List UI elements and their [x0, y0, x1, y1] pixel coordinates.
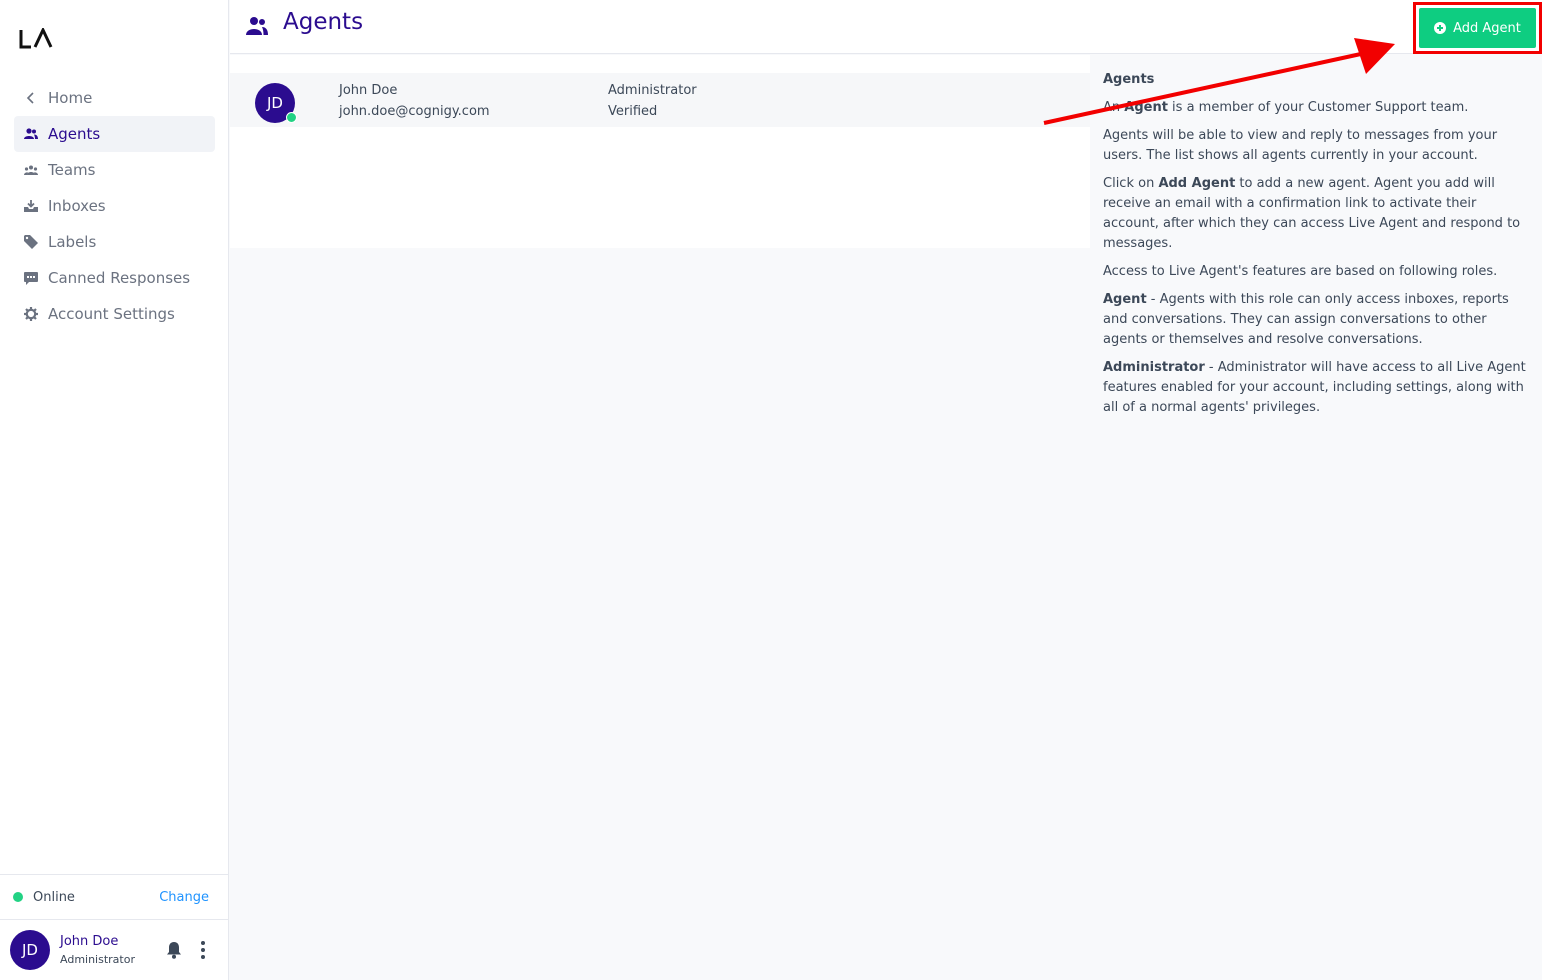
- teams-icon: [22, 161, 40, 179]
- table-row[interactable]: JD John Doe john.doe@cognigy.com Adminis…: [230, 73, 1090, 127]
- sidebar-item-label: Inboxes: [48, 197, 106, 215]
- sidebar-item-canned-responses[interactable]: Canned Responses: [14, 260, 215, 296]
- gear-icon: [22, 305, 40, 323]
- availability-status: Online Change: [0, 874, 229, 920]
- help-bold-text: Add Agent: [1158, 176, 1236, 191]
- sidebar-item-label: Account Settings: [48, 305, 175, 323]
- logo: [19, 28, 53, 49]
- sidebar-item-label: Canned Responses: [48, 269, 191, 287]
- annotation-arrow: [1043, 38, 1395, 125]
- help-paragraph: Access to Live Agent's features are base…: [1103, 264, 1498, 279]
- inbox-icon: [22, 197, 40, 215]
- plus-circle-icon: [1434, 22, 1447, 34]
- help-text: - Agents with this role can only access …: [1103, 292, 1509, 347]
- sidebar-item-label: Labels: [48, 233, 97, 251]
- sidebar-item-label: Agents: [48, 125, 101, 143]
- status-label: Online: [33, 889, 75, 905]
- help-paragraph: Click on Add Agent to add a new agent. A…: [1103, 174, 1535, 254]
- agent-name: John Doe: [339, 83, 398, 98]
- add-agent-button[interactable]: Add Agent: [1419, 8, 1536, 48]
- agent-role: Administrator: [608, 83, 697, 98]
- help-bold-text: Agent: [1103, 292, 1147, 307]
- sidebar-item-label: Teams: [48, 161, 96, 179]
- page-title: Agents: [283, 9, 364, 35]
- agents-icon: [246, 17, 268, 35]
- current-user-profile: JD John Doe Administrator: [0, 920, 229, 980]
- help-paragraph: Agents will be able to view and reply to…: [1103, 128, 1498, 163]
- sidebar-item-inboxes[interactable]: Inboxes: [14, 188, 215, 224]
- profile-info: John Doe Administrator: [60, 934, 158, 967]
- sidebar-item-agents[interactable]: Agents: [14, 116, 215, 152]
- help-paragraph: Agent - Agents with this role can only a…: [1103, 290, 1535, 350]
- help-paragraph: Administrator - Administrator will have …: [1103, 358, 1535, 418]
- online-status-dot: [13, 892, 23, 902]
- sidebar: Home Agents Teams Inboxes Labels Canned …: [0, 0, 229, 980]
- chat-bubble-icon: [22, 269, 40, 287]
- agents-table: JD John Doe john.doe@cognigy.com Adminis…: [230, 55, 1090, 248]
- sidebar-item-home[interactable]: Home: [14, 80, 215, 116]
- agents-icon: [22, 125, 40, 143]
- agent-email: john.doe@cognigy.com: [339, 104, 490, 119]
- online-status-dot: [286, 112, 297, 123]
- sidebar-item-account-settings[interactable]: Account Settings: [14, 296, 215, 332]
- help-bold-text: Administrator: [1103, 360, 1205, 375]
- sidebar-item-labels[interactable]: Labels: [14, 224, 215, 260]
- help-text: Click on: [1103, 176, 1159, 191]
- agent-verification-status: Verified: [608, 104, 658, 119]
- more-options-icon[interactable]: [200, 941, 206, 959]
- tag-icon: [22, 233, 40, 251]
- sidebar-nav: Home Agents Teams Inboxes Labels Canned …: [14, 80, 215, 332]
- highlight-box: Add Agent: [1413, 2, 1542, 54]
- profile-name: John Doe: [60, 933, 119, 949]
- avatar[interactable]: JD: [10, 930, 50, 970]
- change-status-link[interactable]: Change: [159, 890, 209, 905]
- bell-icon[interactable]: [164, 940, 184, 960]
- sidebar-item-teams[interactable]: Teams: [14, 152, 215, 188]
- sidebar-item-label: Home: [48, 89, 93, 107]
- add-agent-label: Add Agent: [1453, 20, 1521, 36]
- chevron-left-icon: [22, 89, 40, 107]
- profile-role: Administrator: [60, 953, 135, 967]
